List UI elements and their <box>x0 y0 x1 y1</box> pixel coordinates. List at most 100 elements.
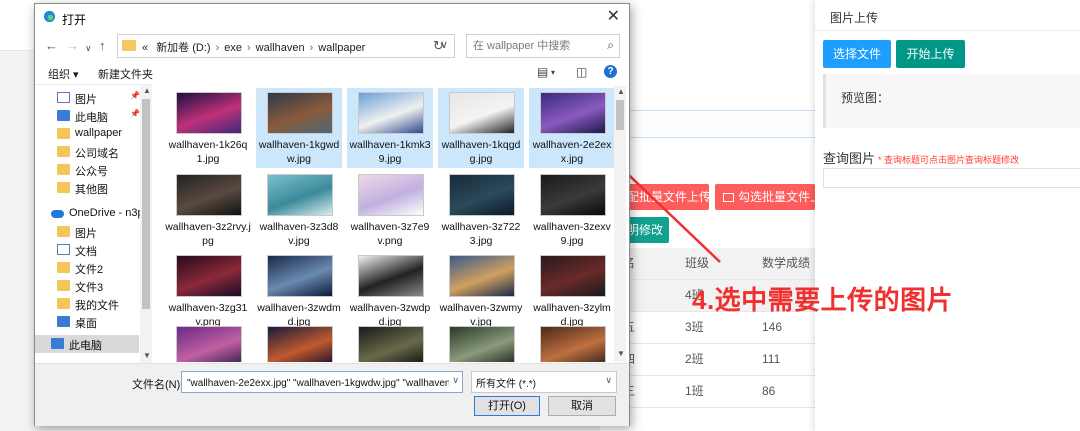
file-item[interactable] <box>165 322 251 362</box>
file-name: wallhaven-1kmk39.jpg <box>349 139 431 165</box>
computer-icon <box>51 338 64 349</box>
chevron-right-icon: › <box>247 42 251 54</box>
nav-item[interactable]: 公众号 <box>35 161 139 179</box>
breadcrumb-overflow[interactable]: « <box>142 42 148 54</box>
file-item[interactable]: wallhaven-1k26q1.jpg <box>165 88 251 168</box>
cancel-button[interactable]: 取消 <box>548 396 616 416</box>
file-item[interactable] <box>256 322 342 362</box>
file-item[interactable]: wallhaven-3z2rvy.jpg <box>165 170 251 248</box>
file-grid: wallhaven-1k26q1.jpg wallhaven-1kgwdw.jpg… <box>156 84 626 362</box>
scrollbar-thumb[interactable] <box>616 100 624 130</box>
file-thumbnail <box>176 326 242 362</box>
preview-pane-icon[interactable]: ◫ <box>576 65 587 79</box>
desktop-icon <box>57 316 70 327</box>
computer-icon <box>57 110 70 121</box>
file-item[interactable]: wallhaven-1kqgdg.jpg <box>438 88 524 168</box>
nav-item-label: 桌面 <box>75 318 97 330</box>
dialog-titlebar[interactable]: 打开 ✕ <box>35 4 629 30</box>
nav-item-label: 文档 <box>75 246 97 258</box>
nav-scrollbar[interactable]: ▲ ▼ <box>140 85 152 363</box>
file-item[interactable] <box>438 322 524 362</box>
breadcrumb-item[interactable]: wallhaven <box>256 42 305 54</box>
file-item[interactable]: wallhaven-3zwmyv.jpg <box>438 251 524 328</box>
recent-dropdown-icon[interactable]: ∨ <box>85 38 92 58</box>
nav-item[interactable]: 文档 <box>35 241 139 259</box>
file-item[interactable]: wallhaven-1kmk39.jpg <box>347 88 433 168</box>
nav-item[interactable]: 此电脑 📌 <box>35 107 140 125</box>
search-icon[interactable]: ⌕ <box>607 38 614 53</box>
file-item[interactable]: wallhaven-3z7223.jpg <box>438 170 524 248</box>
folder-icon <box>57 164 70 175</box>
back-icon[interactable]: ← <box>45 36 58 56</box>
file-item[interactable]: wallhaven-3zylmd.jpg <box>529 251 615 328</box>
scrollbar-thumb[interactable] <box>142 99 150 309</box>
nav-item[interactable]: 公司域名 <box>35 143 139 161</box>
file-item[interactable]: wallhaven-3z7e9v.png <box>347 170 433 248</box>
up-icon[interactable]: ↑ <box>99 36 106 56</box>
folder-icon <box>57 128 70 139</box>
search-input[interactable] <box>471 38 599 54</box>
nav-item-label: 我的文件 <box>75 300 119 312</box>
file-item[interactable]: wallhaven-1kgwdw.jpg <box>256 88 342 168</box>
open-file-dialog: 打开 ✕ ← → ∨ ↑ « 新加卷 (D:) › exe › wallhaven › wa… <box>34 3 630 426</box>
pin-icon[interactable]: 📌 <box>130 91 140 100</box>
refresh-icon[interactable]: ↻ <box>433 38 444 54</box>
file-item[interactable]: wallhaven-3zwdpd.jpg <box>347 251 433 328</box>
view-options-icon[interactable]: ▤ <box>537 65 548 79</box>
open-button[interactable]: 打开(O) <box>474 396 540 416</box>
scroll-down-icon[interactable]: ▼ <box>143 351 151 360</box>
folder-icon <box>57 226 70 237</box>
new-folder-button[interactable]: 新建文件夹 <box>98 66 153 82</box>
close-icon[interactable]: ✕ <box>607 7 620 27</box>
breadcrumb-item[interactable]: wallpaper <box>318 42 365 54</box>
file-thumbnail <box>449 92 515 134</box>
chevron-down-icon[interactable]: ∨ <box>452 375 459 386</box>
nav-item[interactable]: OneDrive - n3p8 <box>35 205 150 223</box>
navigation-bar: ← → ∨ ↑ « 新加卷 (D:) › exe › wallhaven › wallpap… <box>35 32 629 60</box>
nav-item-label: 文件3 <box>75 282 104 294</box>
scroll-up-icon[interactable]: ▲ <box>143 86 151 95</box>
nav-item[interactable]: 图片 📌 <box>35 89 140 107</box>
nav-item[interactable]: 文件2 <box>35 259 139 277</box>
nav-item[interactable]: 其他图 <box>35 179 139 197</box>
nav-item[interactable]: 我的文件 <box>35 295 139 313</box>
address-bar[interactable]: « 新加卷 (D:) › exe › wallhaven › wallpaper ∨ <box>117 34 455 58</box>
forward-icon[interactable]: → <box>66 36 79 56</box>
file-item[interactable]: wallhaven-3zg31v.png <box>165 251 251 328</box>
folder-icon <box>57 298 70 309</box>
chevron-down-icon[interactable]: ▾ <box>551 68 555 77</box>
nav-item[interactable]: wallpaper <box>35 125 139 143</box>
scroll-down-icon[interactable]: ▼ <box>617 349 625 358</box>
nav-item[interactable]: 桌面 <box>35 313 139 331</box>
pin-icon[interactable]: 📌 <box>130 109 140 118</box>
breadcrumb-item[interactable]: exe <box>224 42 242 54</box>
picture-icon <box>57 92 70 103</box>
filename-input[interactable] <box>185 375 451 391</box>
file-item[interactable]: wallhaven-3z3d8v.jpg <box>256 170 342 248</box>
folder-icon <box>57 182 70 193</box>
nav-item[interactable]: 图片 <box>35 223 139 241</box>
filename-field: ∨ <box>181 371 463 393</box>
file-item[interactable] <box>347 322 433 362</box>
file-item[interactable] <box>529 322 615 362</box>
help-icon[interactable]: ? <box>604 65 617 78</box>
file-scrollbar[interactable]: ▲ ▼ <box>614 86 626 362</box>
scroll-up-icon[interactable]: ▲ <box>617 87 625 96</box>
annotation-text: 4.选中需要上传的图片 <box>692 285 954 315</box>
dialog-title: 打开 <box>62 13 87 27</box>
file-item[interactable]: wallhaven-3zexv9.jpg <box>529 170 615 248</box>
file-item[interactable]: wallhaven-2e2exx.jpg <box>529 88 615 168</box>
nav-item[interactable]: 此电脑 <box>35 335 139 353</box>
file-thumbnail <box>358 326 424 362</box>
organize-menu[interactable]: 组织 ▾ <box>48 66 79 82</box>
breadcrumb-item[interactable]: 新加卷 (D:) <box>156 42 210 54</box>
file-thumbnail <box>176 92 242 134</box>
breadcrumb: « 新加卷 (D:) › exe › wallhaven › wallpaper <box>142 39 365 55</box>
navigation-pane: 图片 📌 此电脑 📌 wallpaper 公司域名 公众号 其他图 OneDrive - n3p… <box>35 84 153 363</box>
file-type-select[interactable]: 所有文件 (*.*) ∨ <box>471 371 617 393</box>
document-icon <box>57 244 70 255</box>
file-item[interactable]: wallhaven-3zwdmd.jpg <box>256 251 342 328</box>
nav-item[interactable]: 文件3 <box>35 277 139 295</box>
file-thumbnail <box>176 174 242 216</box>
command-bar: 组织 ▾ 新建文件夹 ▤ ▾ ◫ ? <box>35 62 629 84</box>
